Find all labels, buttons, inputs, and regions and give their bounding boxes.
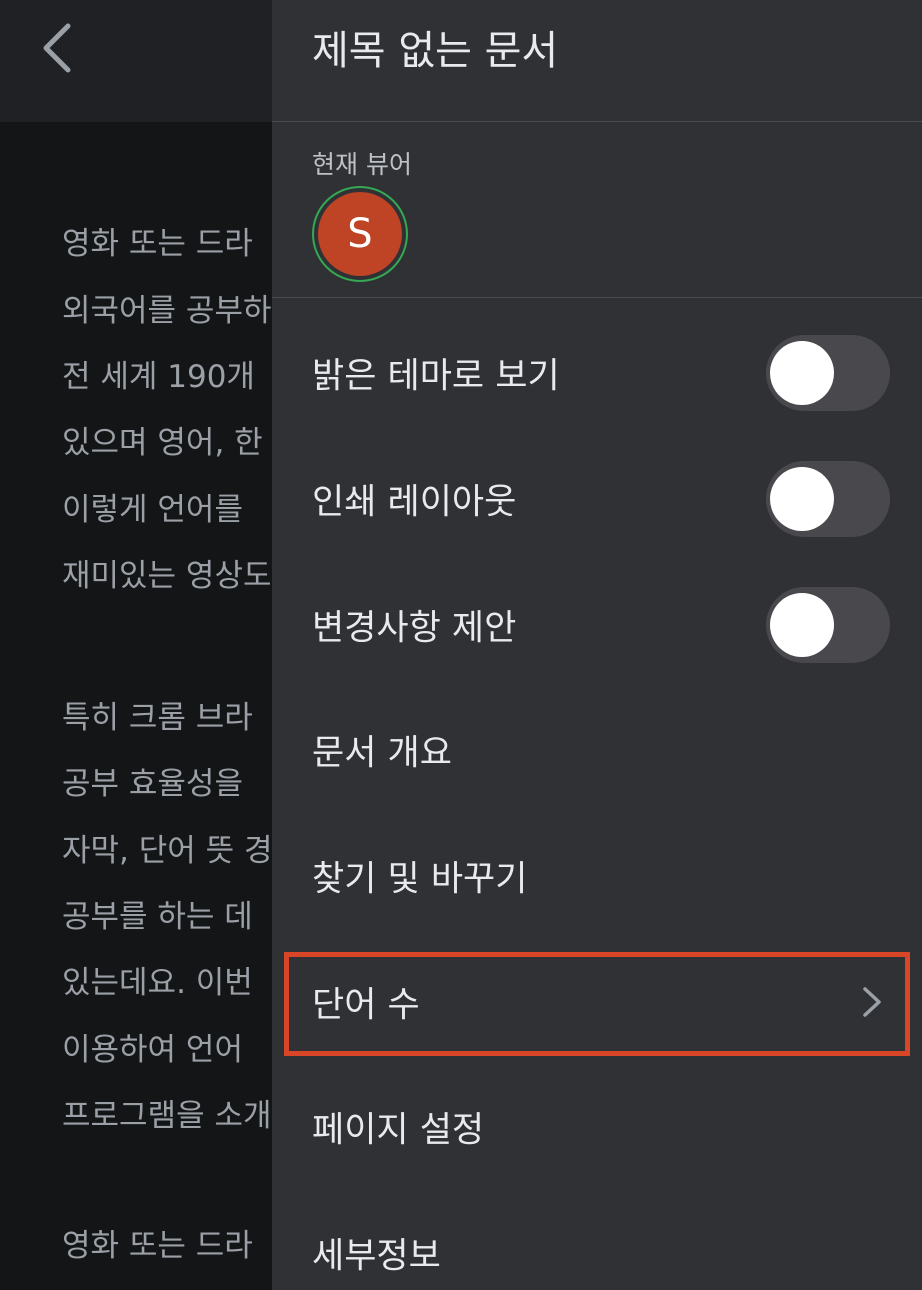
print-layout-toggle[interactable]: [766, 461, 890, 537]
toggle-knob: [770, 593, 834, 657]
document-menu-drawer: 제목 없는 문서 현재 뷰어 S 밝은 테마로 보기 인쇄 레이아웃 변경사항 …: [272, 0, 922, 1290]
document-text-line: 영화 또는 드라: [62, 1228, 253, 1264]
viewer-avatar[interactable]: S: [318, 192, 402, 276]
avatar-ring: S: [312, 186, 408, 282]
document-text-line: 전 세계 190개: [62, 359, 255, 395]
document-text-line: 재미있는 영상도: [62, 558, 272, 594]
menu-item-print-layout[interactable]: 인쇄 레이아웃: [272, 443, 922, 555]
toggle-knob: [770, 467, 834, 531]
document-text-line: 영화 또는 드라: [62, 226, 253, 262]
chevron-right-icon: [863, 987, 881, 1017]
divider: [272, 121, 922, 122]
document-text-line: 프로그램을 소개: [62, 1098, 272, 1134]
document-text-line: 공부 효율성을: [62, 766, 243, 802]
menu-item-suggest-changes[interactable]: 변경사항 제안: [272, 569, 922, 681]
menu-item-label: 세부정보: [312, 1236, 441, 1277]
menu-item-details[interactable]: 세부정보: [272, 1197, 922, 1290]
menu-item-label: 페이지 설정: [312, 1110, 485, 1151]
menu-item-label: 밝은 테마로 보기: [312, 356, 560, 397]
menu-item-label: 단어 수: [312, 985, 420, 1026]
back-button[interactable]: [28, 18, 88, 78]
toggle-knob: [770, 341, 834, 405]
current-viewers-label: 현재 뷰어: [312, 150, 412, 179]
menu-item-label: 변경사항 제안: [312, 608, 517, 649]
menu-item-label: 문서 개요: [312, 733, 452, 774]
suggest-changes-toggle[interactable]: [766, 587, 890, 663]
menu-item-label: 인쇄 레이아웃: [312, 482, 517, 523]
document-text-line: 이렇게 언어를: [62, 492, 243, 528]
menu-item-page-setup[interactable]: 페이지 설정: [272, 1071, 922, 1183]
screen: 영화 또는 드라 외국어를 공부하 전 세계 190개 있으며 영어, 한 이렇…: [0, 0, 922, 1290]
menu-item-find-replace[interactable]: 찾기 및 바꾸기: [272, 820, 922, 932]
document-text-line: 자막, 단어 뜻 경: [62, 833, 273, 869]
document-text-line: 공부를 하는 데: [62, 899, 253, 935]
drawer-title: 제목 없는 문서: [312, 28, 559, 74]
light-theme-toggle[interactable]: [766, 335, 890, 411]
menu-item-document-outline[interactable]: 문서 개요: [272, 694, 922, 806]
menu-item-light-theme[interactable]: 밝은 테마로 보기: [272, 317, 922, 429]
document-text-line: 외국어를 공부하: [62, 293, 272, 329]
document-text-line: 이용하여 언어: [62, 1032, 243, 1068]
document-text-line: 있는데요. 이번: [62, 965, 253, 1001]
document-text-line: 특히 크롬 브라: [62, 700, 253, 736]
chevron-left-icon: [43, 23, 71, 73]
menu-item-label: 찾기 및 바꾸기: [312, 859, 528, 900]
menu-item-word-count[interactable]: 단어 수: [272, 946, 922, 1058]
divider: [272, 297, 922, 298]
document-text-line: 있으며 영어, 한: [62, 425, 263, 461]
